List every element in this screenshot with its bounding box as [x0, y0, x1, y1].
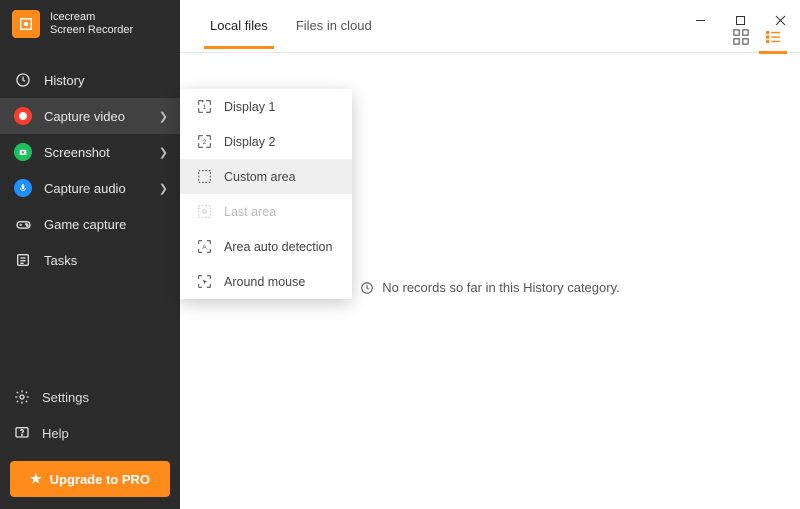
sidebar-nav: History Capture video ❯ Screenshot ❯ Cap… — [0, 62, 180, 278]
sidebar-item-label: History — [44, 73, 84, 88]
tab-files-in-cloud[interactable]: Files in cloud — [296, 18, 372, 49]
display2-icon: 2 — [196, 134, 212, 150]
tab-local-files[interactable]: Local files — [210, 18, 268, 49]
clock-icon — [360, 281, 374, 295]
sidebar-item-help[interactable]: Help — [0, 415, 180, 451]
empty-state-text: No records so far in this History catego… — [382, 280, 619, 295]
sidebar-item-label: Tasks — [44, 253, 77, 268]
submenu-label: Last area — [224, 205, 276, 219]
gamepad-icon — [14, 215, 32, 233]
app-logo-icon — [12, 10, 40, 38]
svg-text:1: 1 — [202, 104, 206, 111]
submenu-display-2[interactable]: 2 Display 2 — [180, 124, 352, 159]
camera-icon — [14, 143, 32, 161]
display1-icon: 1 — [196, 99, 212, 115]
submenu-label: Display 1 — [224, 100, 275, 114]
submenu-custom-area[interactable]: Custom area — [180, 159, 352, 194]
sidebar-item-settings[interactable]: Settings — [0, 379, 180, 415]
chevron-right-icon: ❯ — [159, 146, 168, 159]
grid-view-button[interactable] — [732, 28, 750, 46]
sidebar-item-label: Game capture — [44, 217, 126, 232]
record-icon — [14, 107, 32, 125]
view-controls — [732, 28, 782, 46]
auto-detect-icon: A — [196, 239, 212, 255]
sidebar-item-label: Capture video — [44, 109, 125, 124]
tasks-icon — [14, 251, 32, 269]
sidebar-bottom: Settings Help ★ Upgrade to PRO — [0, 379, 180, 509]
sidebar-item-capture-audio[interactable]: Capture audio ❯ — [0, 170, 180, 206]
submenu-last-area: Last area — [180, 194, 352, 229]
app-title: Icecream Screen Recorder — [50, 11, 133, 37]
submenu-label: Display 2 — [224, 135, 275, 149]
sidebar-item-game-capture[interactable]: Game capture — [0, 206, 180, 242]
sidebar-item-label: Help — [42, 426, 69, 441]
gear-icon — [14, 389, 30, 405]
submenu-area-auto-detection[interactable]: A Area auto detection — [180, 229, 352, 264]
minimize-button[interactable] — [680, 0, 720, 40]
submenu-display-1[interactable]: 1 Display 1 — [180, 89, 352, 124]
capture-video-submenu: 1 Display 1 2 Display 2 Custom area Last… — [180, 89, 352, 299]
submenu-label: Around mouse — [224, 275, 305, 289]
submenu-label: Custom area — [224, 170, 296, 184]
custom-area-icon — [196, 169, 212, 185]
sidebar-item-label: Capture audio — [44, 181, 126, 196]
svg-text:A: A — [202, 244, 207, 251]
submenu-around-mouse[interactable]: Around mouse — [180, 264, 352, 299]
app-header: Icecream Screen Recorder — [0, 0, 180, 48]
sidebar-item-screenshot[interactable]: Screenshot ❯ — [0, 134, 180, 170]
tab-separator — [180, 52, 800, 53]
sidebar-item-label: Settings — [42, 390, 89, 405]
list-view-button[interactable] — [764, 28, 782, 46]
sidebar: Icecream Screen Recorder History Capture… — [0, 0, 180, 509]
last-area-icon — [196, 204, 212, 220]
around-mouse-icon — [196, 274, 212, 290]
help-icon — [14, 425, 30, 441]
sidebar-item-label: Screenshot — [44, 145, 110, 160]
sidebar-item-capture-video[interactable]: Capture video ❯ — [0, 98, 180, 134]
sidebar-item-tasks[interactable]: Tasks — [0, 242, 180, 278]
tabs: Local files Files in cloud — [210, 18, 372, 49]
star-icon: ★ — [30, 471, 42, 487]
submenu-label: Area auto detection — [224, 240, 332, 254]
history-icon — [14, 71, 32, 89]
sidebar-item-history[interactable]: History — [0, 62, 180, 98]
microphone-icon — [14, 179, 32, 197]
chevron-right-icon: ❯ — [159, 110, 168, 123]
upgrade-button[interactable]: ★ Upgrade to PRO — [10, 461, 170, 497]
chevron-right-icon: ❯ — [159, 182, 168, 195]
upgrade-label: Upgrade to PRO — [50, 472, 150, 487]
svg-text:2: 2 — [202, 139, 206, 146]
